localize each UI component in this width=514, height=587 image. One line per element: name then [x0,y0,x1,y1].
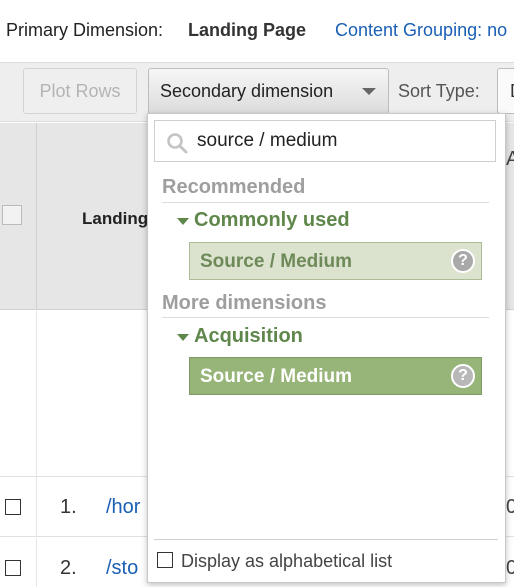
search-icon [167,133,188,154]
column-divider [36,538,37,587]
plot-rows-button[interactable]: Plot Rows [23,68,137,114]
column-divider [36,311,37,477]
primary-dimension-label: Primary Dimension: [6,20,164,40]
acquisition-group[interactable]: Acquisition [194,325,303,348]
primary-dimension-value: Landing Page [188,20,307,40]
option-label: Source / Medium [200,251,353,272]
sort-type-label: Sort Type: [398,81,480,101]
dimension-search-input[interactable] [197,127,487,155]
commonly-used-group[interactable]: Commonly used [194,209,350,232]
row-number: 2. [60,557,77,579]
alphabetical-list-checkbox[interactable] [157,552,173,568]
row-number: 1. [60,496,77,518]
select-all-checkbox[interactable] [2,205,22,225]
secondary-dimension-dropdown: Recommended Commonly used Source / Mediu… [147,113,506,583]
row-checkbox[interactable] [5,499,21,515]
content-grouping-link[interactable]: Content Grouping: no [335,20,507,41]
row-value-fragment: 0 [506,496,514,518]
section-divider [162,317,489,318]
column-divider [36,123,37,310]
landing-page-link[interactable]: /hor [106,496,140,519]
help-icon[interactable]: ? [451,249,475,273]
secondary-dimension-button[interactable]: Secondary dimension [148,68,389,114]
option-label: Source / Medium [200,366,353,387]
row-checkbox[interactable] [5,560,21,576]
acquisition-source-medium-option[interactable]: Source / Medium ? [189,357,482,395]
column-header-fragment: A [506,148,514,170]
sort-type-select[interactable]: D [497,68,514,114]
chevron-down-icon [362,88,376,95]
footer-divider [154,539,498,540]
alphabetical-list-label[interactable]: Display as alphabetical list [181,551,392,572]
landing-page-link[interactable]: /sto [106,557,138,580]
dimension-bar: Primary Dimension: Landing Page Content … [0,0,514,62]
analytics-report: Primary Dimension: Landing Page Content … [0,0,514,587]
landing-page-column-header[interactable]: Landing [82,209,148,229]
recommended-heading: Recommended [162,176,306,198]
help-icon[interactable]: ? [451,364,475,388]
column-divider [36,477,37,537]
section-divider [162,202,489,203]
dimension-search-box[interactable] [154,120,496,162]
commonly-used-source-medium-option[interactable]: Source / Medium ? [189,242,482,280]
triangle-down-icon[interactable] [177,218,189,225]
secondary-dimension-label: Secondary dimension [160,81,334,101]
triangle-down-icon[interactable] [177,334,189,341]
more-dimensions-heading: More dimensions [162,292,327,314]
row-value-fragment: 0 [506,557,514,579]
